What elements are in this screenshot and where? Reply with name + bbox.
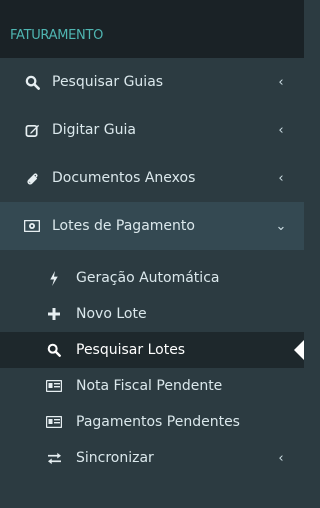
chevron-left-icon: ‹ <box>278 74 284 90</box>
menu-item-digitar-guia[interactable]: Digitar Guia ‹ <box>0 106 304 154</box>
submenu-item-label: Pagamentos Pendentes <box>76 414 240 430</box>
submenu-item-label: Novo Lote <box>76 306 147 322</box>
id-card-icon <box>46 414 62 430</box>
submenu-item-novo-lote[interactable]: Novo Lote <box>0 296 304 332</box>
submenu-item-label: Nota Fiscal Pendente <box>76 378 223 394</box>
money-icon <box>24 218 40 234</box>
submenu-item-label: Sincronizar <box>76 450 154 466</box>
paperclip-icon <box>24 170 40 186</box>
menu-item-label: Digitar Guia <box>52 122 136 138</box>
sidebar: FATURAMENTO Pesquisar Guias ‹ Digitar Gu… <box>0 0 304 508</box>
submenu-item-label: Geração Automática <box>76 270 220 286</box>
id-card-icon <box>46 378 62 394</box>
edit-icon <box>24 122 40 138</box>
search-icon <box>24 74 40 90</box>
chevron-left-icon: ‹ <box>278 122 284 138</box>
chevron-left-icon: ‹ <box>278 450 284 466</box>
menu-item-documentos-anexos[interactable]: Documentos Anexos ‹ <box>0 154 304 202</box>
submenu-lotes: Geração Automática Novo Lote Pesquisar L… <box>0 250 304 476</box>
menu-item-pesquisar-guias[interactable]: Pesquisar Guias ‹ <box>0 58 304 106</box>
plus-icon <box>46 306 62 322</box>
exchange-icon <box>46 450 62 466</box>
chevron-down-icon: ⌄ <box>275 218 287 234</box>
menu-item-label: Lotes de Pagamento <box>52 218 195 234</box>
section-header: FATURAMENTO <box>0 0 304 58</box>
bolt-icon <box>46 270 62 286</box>
chevron-left-icon: ‹ <box>278 170 284 186</box>
submenu-item-pagamentos-pendentes[interactable]: Pagamentos Pendentes <box>0 404 304 440</box>
submenu-item-nota-fiscal-pendente[interactable]: Nota Fiscal Pendente <box>0 368 304 404</box>
search-icon <box>46 342 62 358</box>
submenu-item-sincronizar[interactable]: Sincronizar ‹ <box>0 440 304 476</box>
menu-item-label: Documentos Anexos <box>52 170 196 186</box>
menu-item-label: Pesquisar Guias <box>52 74 164 90</box>
submenu-item-geracao-automatica[interactable]: Geração Automática <box>0 260 304 296</box>
menu-item-lotes-de-pagamento[interactable]: Lotes de Pagamento ⌄ <box>0 202 304 250</box>
submenu-item-label: Pesquisar Lotes <box>76 342 186 358</box>
submenu-item-pesquisar-lotes[interactable]: Pesquisar Lotes <box>0 332 304 368</box>
